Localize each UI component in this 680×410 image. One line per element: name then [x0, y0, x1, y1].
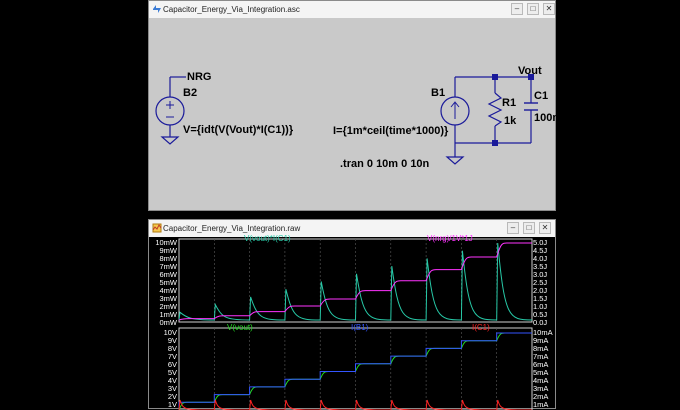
directive-text[interactable]: .tran 0 10m 0 10n: [340, 158, 429, 170]
schematic-window-title: Capacitor_Energy_Via_Integration.asc: [163, 5, 300, 14]
minimize-button[interactable]: –: [511, 3, 523, 15]
minimize-button[interactable]: –: [507, 222, 519, 234]
waveform-app-icon: [152, 223, 162, 233]
schematic-titlebar[interactable]: Capacitor_Energy_Via_Integration.asc – □…: [149, 1, 555, 19]
waveform-plot-area[interactable]: V(vout)*I(C1) V(nrg)/1V*1J V(vout) I(B1)…: [149, 234, 555, 410]
schematic-canvas[interactable]: NRG B2 V={idt(V(Vout)*I(C1))} I={1m*ceil…: [149, 18, 559, 210]
trace-label-ic1[interactable]: I(C1): [472, 323, 490, 332]
b1-expression[interactable]: I={1m*ceil(time*1000)}: [333, 125, 448, 137]
trace-label-power[interactable]: V(vout)*I(C1): [244, 234, 291, 243]
right-dark-margin: [556, 0, 680, 409]
waveform-window-title: Capacitor_Energy_Via_Integration.raw: [163, 224, 301, 233]
top-pane-right-tick: 0.0J: [533, 318, 548, 327]
close-button[interactable]: ✕: [543, 3, 555, 15]
maximize-button[interactable]: □: [523, 222, 535, 234]
waveform-window[interactable]: Capacitor_Energy_Via_Integration.raw – □…: [148, 219, 556, 410]
b1-name: B1: [431, 87, 446, 99]
bottom-pane-right-tick: 1mA: [533, 400, 549, 409]
b2-expression[interactable]: V={idt(V(Vout)*I(C1))}: [183, 124, 293, 136]
schematic-wires: [155, 74, 538, 165]
power-trace: [178, 242, 533, 321]
waveform-titlebar[interactable]: Capacitor_Energy_Via_Integration.raw – □…: [149, 220, 555, 238]
r1-value: 1k: [504, 115, 517, 127]
ltspice-app-icon: [153, 5, 161, 13]
schematic-window[interactable]: Capacitor_Energy_Via_Integration.asc – □…: [148, 0, 559, 211]
vout-net-label: Vout: [518, 65, 542, 77]
top-pane-left-tick: 0mW: [159, 318, 178, 327]
c1-name: C1: [534, 90, 549, 102]
bottom-pane-left-tick: 1V: [167, 400, 177, 409]
trace-label-ib1[interactable]: I(B1): [351, 323, 368, 332]
r1-name: R1: [502, 97, 517, 109]
trace-label-vout[interactable]: V(vout): [227, 323, 253, 332]
left-dark-margin: [0, 0, 148, 409]
close-button[interactable]: ✕: [539, 222, 551, 234]
maximize-button[interactable]: □: [527, 3, 539, 15]
nrg-net-label: NRG: [187, 71, 212, 83]
b2-name: B2: [183, 87, 198, 99]
trace-label-energy[interactable]: V(nrg)/1V*1J: [427, 234, 473, 243]
